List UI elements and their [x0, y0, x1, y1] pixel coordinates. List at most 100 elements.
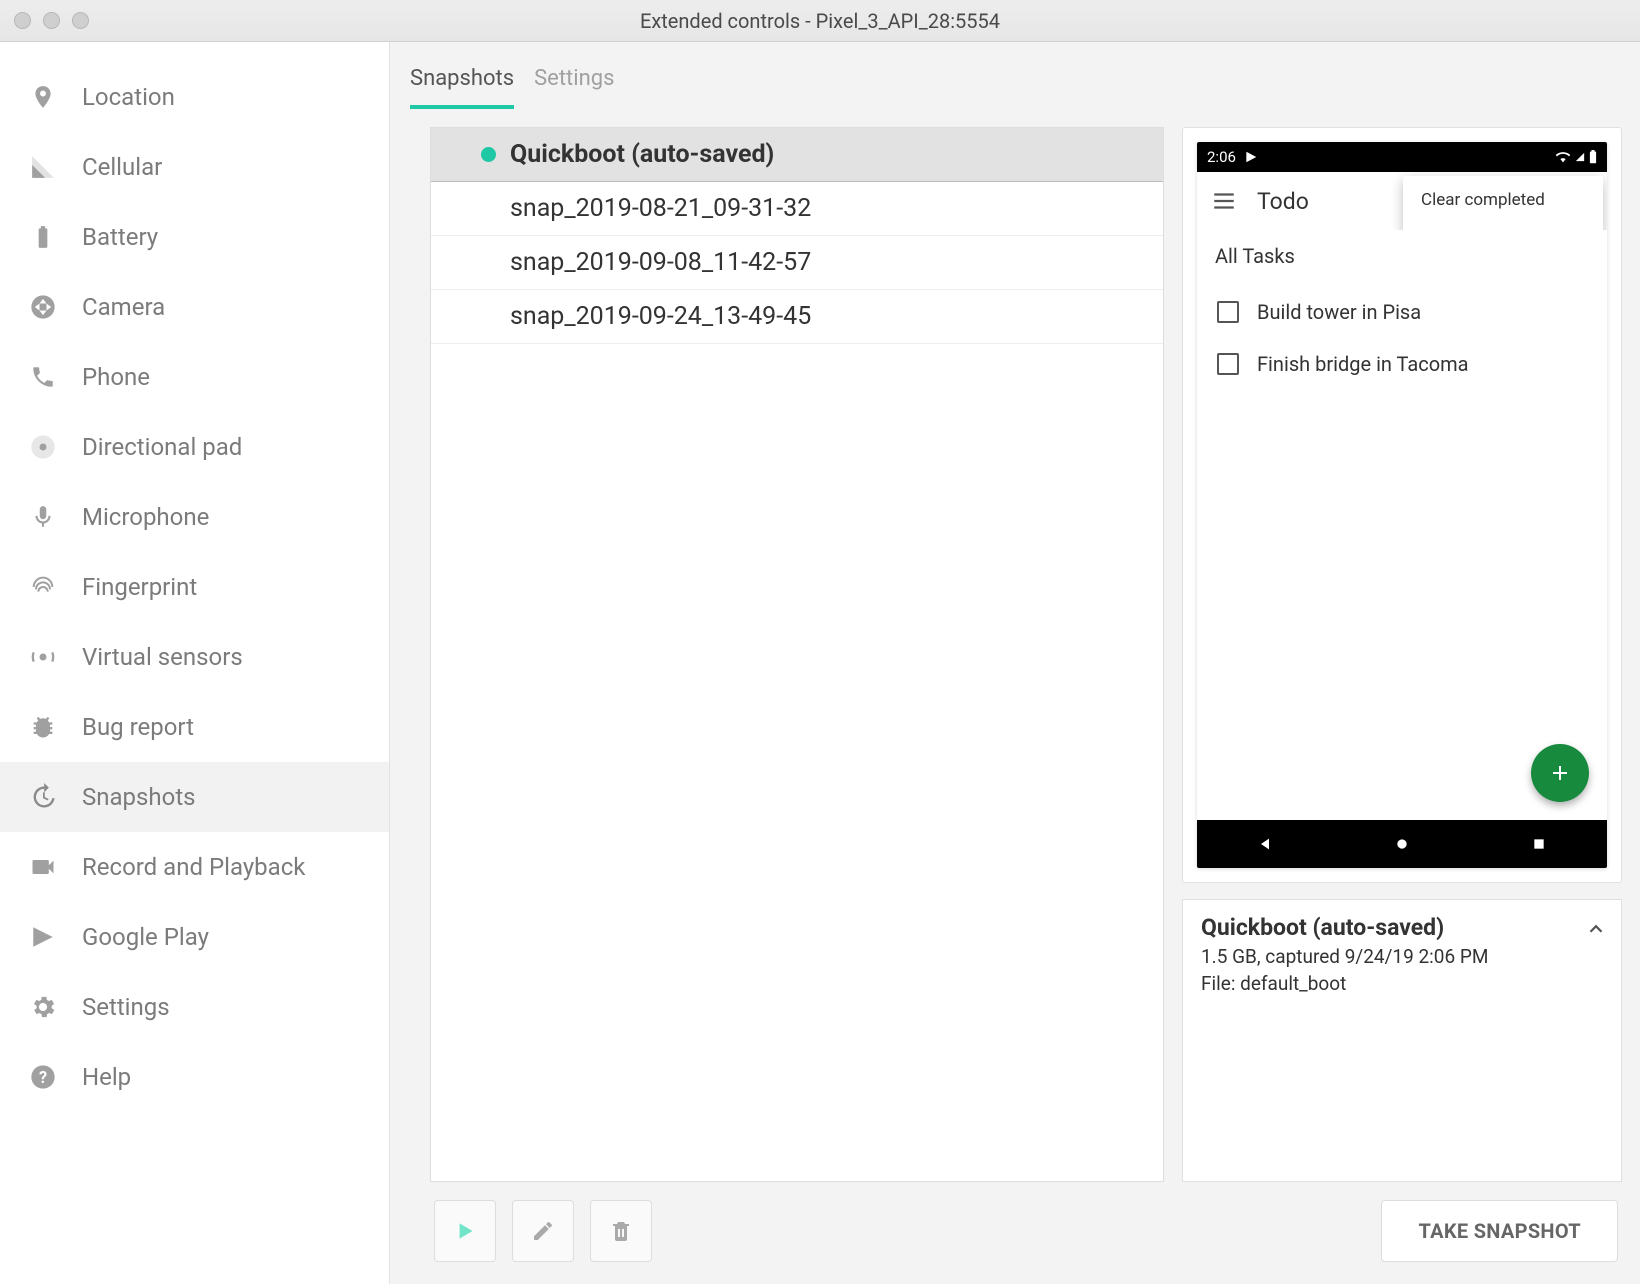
- pencil-icon: [531, 1219, 555, 1243]
- close-window-icon[interactable]: [14, 12, 31, 29]
- sidebar-item-virtual-sensors[interactable]: Virtual sensors: [0, 622, 389, 692]
- help-icon: ?: [28, 1062, 58, 1092]
- sidebar-item-label: Cellular: [82, 153, 162, 181]
- gear-icon: [28, 992, 58, 1022]
- cellular-icon: [28, 152, 58, 182]
- sidebar-item-phone[interactable]: Phone: [0, 342, 389, 412]
- home-icon[interactable]: [1394, 836, 1410, 852]
- overview-icon[interactable]: [1531, 836, 1547, 852]
- sensors-icon: [28, 642, 58, 672]
- sidebar-item-record-playback[interactable]: Record and Playback: [0, 832, 389, 902]
- detail-file: File: default_boot: [1201, 972, 1603, 995]
- chevron-up-icon: [1585, 918, 1607, 940]
- snapshot-name: snap_2019-08-21_09-31-32: [510, 194, 1143, 223]
- sidebar-item-label: Virtual sensors: [82, 643, 243, 671]
- expand-toggle[interactable]: [1585, 918, 1607, 940]
- right-column: 2:06 Todo: [1182, 127, 1622, 1182]
- record-icon: [28, 852, 58, 882]
- app-content: All Tasks Build tower in Pisa Finish bri…: [1197, 230, 1607, 820]
- tab-bar: Snapshots Settings: [390, 42, 1640, 109]
- sidebar-item-bug-report[interactable]: Bug report: [0, 692, 389, 762]
- sidebar-item-label: Phone: [82, 363, 150, 391]
- task-label: Finish bridge in Tacoma: [1257, 352, 1469, 376]
- active-indicator-icon: [481, 147, 496, 162]
- delete-snapshot-button[interactable]: [590, 1200, 652, 1262]
- snapshot-row[interactable]: snap_2019-09-08_11-42-57: [431, 236, 1163, 290]
- phone-frame: 2:06 Todo: [1197, 142, 1607, 868]
- battery-icon: [1589, 150, 1597, 164]
- content: Quickboot (auto-saved) snap_2019-08-21_0…: [390, 109, 1640, 1182]
- wifi-icon: [1555, 151, 1571, 163]
- trash-icon: [609, 1219, 633, 1243]
- minimize-window-icon[interactable]: [43, 12, 60, 29]
- android-status-bar: 2:06: [1197, 142, 1607, 172]
- snapshot-row[interactable]: snap_2019-09-24_13-49-45: [431, 290, 1163, 344]
- mic-icon: [28, 502, 58, 532]
- sidebar-item-google-play[interactable]: Google Play: [0, 902, 389, 972]
- zoom-window-icon[interactable]: [72, 12, 89, 29]
- edit-snapshot-button[interactable]: [512, 1200, 574, 1262]
- take-snapshot-button[interactable]: TAKE SNAPSHOT: [1381, 1200, 1618, 1262]
- dpad-icon: [28, 432, 58, 462]
- fingerprint-icon: [28, 572, 58, 602]
- location-icon: [28, 82, 58, 112]
- sidebar-item-settings[interactable]: Settings: [0, 972, 389, 1042]
- snapshot-detail: Quickboot (auto-saved) 1.5 GB, captured …: [1182, 899, 1622, 1182]
- play-icon: [1244, 150, 1258, 164]
- task-row[interactable]: Build tower in Pisa: [1211, 286, 1593, 338]
- hamburger-icon[interactable]: [1211, 188, 1237, 214]
- sidebar-item-label: Help: [82, 1063, 131, 1091]
- detail-meta: 1.5 GB, captured 9/24/19 2:06 PM: [1201, 945, 1603, 968]
- play-store-icon: [28, 922, 58, 952]
- window: Extended controls - Pixel_3_API_28:5554 …: [0, 0, 1640, 1284]
- play-icon: [452, 1218, 478, 1244]
- sidebar-item-location[interactable]: Location: [0, 62, 389, 132]
- snapshot-row[interactable]: snap_2019-08-21_09-31-32: [431, 182, 1163, 236]
- sidebar-item-label: Fingerprint: [82, 573, 197, 601]
- signal-icon: [1575, 151, 1585, 163]
- detail-title: Quickboot (auto-saved): [1201, 914, 1603, 941]
- status-time: 2:06: [1207, 148, 1236, 166]
- sidebar-item-cellular[interactable]: Cellular: [0, 132, 389, 202]
- sidebar-item-directional-pad[interactable]: Directional pad: [0, 412, 389, 482]
- task-label: Build tower in Pisa: [1257, 300, 1421, 324]
- app-title: Todo: [1257, 188, 1309, 215]
- sidebar-item-label: Microphone: [82, 503, 209, 531]
- app-bar: Todo Clear completed Refresh: [1197, 172, 1607, 230]
- snapshot-row-quickboot[interactable]: Quickboot (auto-saved): [431, 128, 1163, 182]
- sidebar-item-microphone[interactable]: Microphone: [0, 482, 389, 552]
- snapshot-name: snap_2019-09-08_11-42-57: [510, 248, 1143, 277]
- sidebar-item-camera[interactable]: Camera: [0, 272, 389, 342]
- android-nav-bar: [1197, 820, 1607, 868]
- svg-text:?: ?: [39, 1068, 47, 1087]
- play-snapshot-button[interactable]: [434, 1200, 496, 1262]
- back-icon[interactable]: [1257, 836, 1273, 852]
- window-title: Extended controls - Pixel_3_API_28:5554: [0, 9, 1640, 33]
- menu-item-clear-completed[interactable]: Clear completed: [1403, 176, 1603, 224]
- snapshot-list: Quickboot (auto-saved) snap_2019-08-21_0…: [430, 127, 1164, 1182]
- phone-icon: [28, 362, 58, 392]
- task-row[interactable]: Finish bridge in Tacoma: [1211, 338, 1593, 390]
- sidebar-item-fingerprint[interactable]: Fingerprint: [0, 552, 389, 622]
- tab-settings[interactable]: Settings: [534, 66, 614, 109]
- sidebar: Location Cellular Battery Camera Phone D…: [0, 42, 390, 1284]
- fab-add-button[interactable]: [1531, 744, 1589, 802]
- footer-toolbar: TAKE SNAPSHOT: [390, 1182, 1640, 1284]
- sidebar-item-snapshots[interactable]: Snapshots: [0, 762, 389, 832]
- checkbox-icon[interactable]: [1217, 301, 1239, 323]
- sidebar-item-label: Snapshots: [82, 783, 196, 811]
- tab-snapshots[interactable]: Snapshots: [410, 66, 514, 109]
- history-icon: [28, 782, 58, 812]
- titlebar: Extended controls - Pixel_3_API_28:5554: [0, 0, 1640, 42]
- checkbox-icon[interactable]: [1217, 353, 1239, 375]
- sidebar-item-battery[interactable]: Battery: [0, 202, 389, 272]
- sidebar-item-help[interactable]: ? Help: [0, 1042, 389, 1112]
- section-title: All Tasks: [1211, 234, 1593, 286]
- plus-icon: [1548, 761, 1572, 785]
- sidebar-item-label: Camera: [82, 293, 165, 321]
- sidebar-item-label: Record and Playback: [82, 853, 305, 881]
- camera-icon: [28, 292, 58, 322]
- sidebar-item-label: Battery: [82, 223, 158, 251]
- sidebar-item-label: Google Play: [82, 923, 209, 951]
- snapshot-name: Quickboot (auto-saved): [510, 140, 1143, 169]
